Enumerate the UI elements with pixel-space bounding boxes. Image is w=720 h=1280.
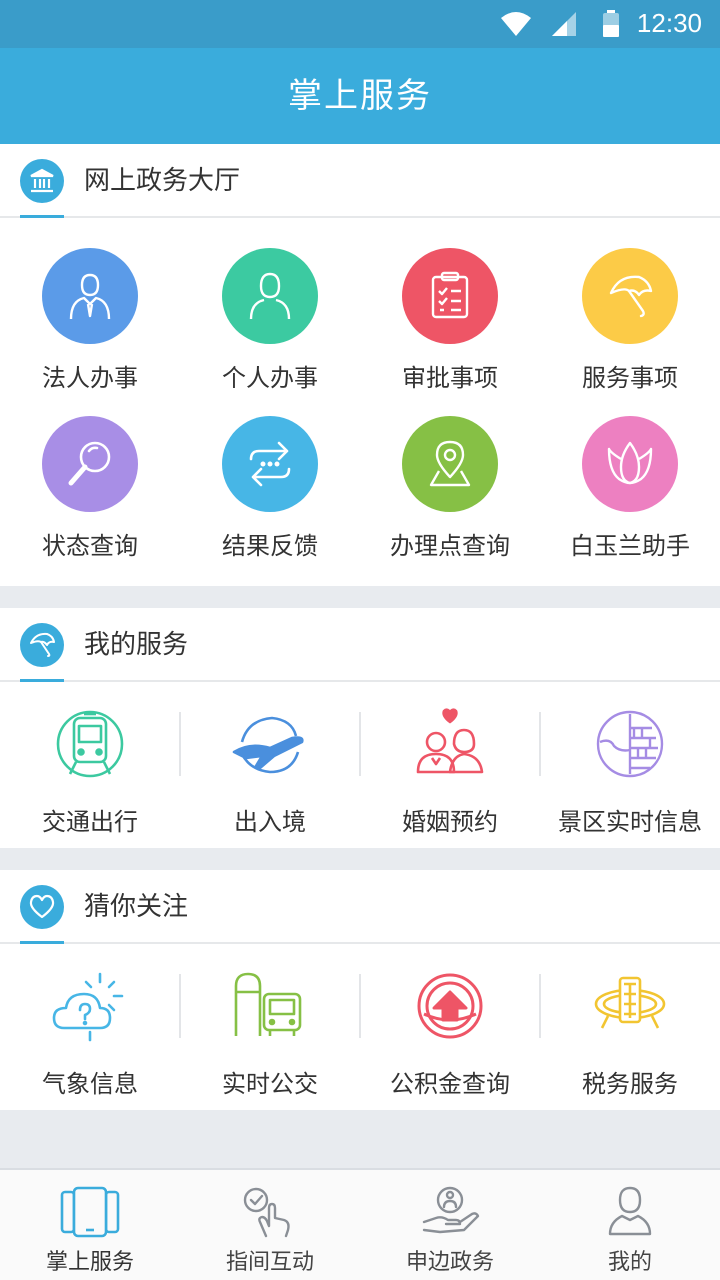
magnifier-icon <box>42 416 138 512</box>
umbrella-icon <box>20 623 64 667</box>
page-title: 掌上服务 <box>0 48 720 144</box>
recommend-label: 税务服务 <box>582 1070 678 1098</box>
hall-item-magnolia-assistant[interactable]: 白玉兰助手 <box>540 416 720 561</box>
bus-stop-icon <box>222 970 318 1050</box>
service-label: 出入境 <box>234 808 306 836</box>
pagoda-scenic-icon <box>582 708 678 788</box>
government-building-icon <box>20 159 64 203</box>
metro-train-icon <box>42 708 138 788</box>
section-title: 我的服务 <box>84 630 189 660</box>
hall-item-label: 个人办事 <box>222 364 318 392</box>
service-label: 交通出行 <box>42 808 138 836</box>
tab-label: 掌上服务 <box>45 1250 134 1275</box>
recommend-section: 猜你关注 气象信息 实时公交 公积金查询 税务服务 <box>0 870 720 1110</box>
hand-service-icon <box>422 1186 480 1234</box>
person-icon <box>222 248 318 344</box>
hall-item-legal-person[interactable]: 法人办事 <box>0 248 180 393</box>
recommend-housing-fund[interactable]: 公积金查询 <box>360 970 540 1099</box>
heart-icon <box>20 885 64 929</box>
couple-heart-icon <box>402 708 498 788</box>
map-pin-icon <box>402 416 498 512</box>
clipboard-checklist-icon <box>402 248 498 344</box>
hall-item-personal[interactable]: 个人办事 <box>180 248 360 393</box>
tax-emblem-icon <box>582 970 678 1050</box>
hall-item-label: 法人办事 <box>42 364 138 392</box>
section-header: 网上政务大厅 <box>0 144 720 218</box>
hall-item-label: 状态查询 <box>42 532 138 560</box>
tab-mine[interactable]: 我的 <box>540 1170 720 1280</box>
hall-item-office-location[interactable]: 办理点查询 <box>360 416 540 561</box>
hall-item-approval[interactable]: 审批事项 <box>360 248 540 393</box>
recommend-label: 实时公交 <box>222 1070 318 1098</box>
signal-icon <box>552 12 576 36</box>
hall-item-label: 白玉兰助手 <box>570 532 690 560</box>
exchange-arrows-icon <box>222 416 318 512</box>
tab-palm-service[interactable]: 掌上服务 <box>0 1170 180 1280</box>
wifi-icon <box>501 12 531 36</box>
weather-cloud-icon <box>42 970 138 1050</box>
tab-finger-interaction[interactable]: 指间互动 <box>180 1170 360 1280</box>
tab-label: 申边政务 <box>405 1250 494 1275</box>
service-transport[interactable]: 交通出行 <box>0 708 180 837</box>
section-underline <box>20 941 64 944</box>
tab-nearby-government[interactable]: 申边政务 <box>360 1170 540 1280</box>
service-label: 婚姻预约 <box>402 808 498 836</box>
clock-time: 12:30 <box>636 8 702 38</box>
section-header: 我的服务 <box>0 608 720 682</box>
hall-item-status-query[interactable]: 状态查询 <box>0 416 180 561</box>
hall-item-result-feedback[interactable]: 结果反馈 <box>180 416 360 561</box>
service-exit-entry[interactable]: 出入境 <box>180 708 360 837</box>
section-header: 猜你关注 <box>0 870 720 944</box>
section-underline <box>20 215 64 218</box>
hall-item-label: 结果反馈 <box>222 532 318 560</box>
recommend-realtime-bus[interactable]: 实时公交 <box>180 970 360 1099</box>
tab-label: 我的 <box>607 1250 652 1275</box>
finger-tap-icon <box>243 1187 290 1238</box>
magnolia-flower-icon <box>582 416 678 512</box>
section-title: 网上政务大厅 <box>84 166 241 196</box>
section-title: 猜你关注 <box>84 892 189 922</box>
housing-fund-icon <box>402 970 498 1050</box>
bottom-tab-bar: 掌上服务 指间互动 申边政务 我的 <box>0 1168 720 1280</box>
online-hall-section: 网上政务大厅 法人办事 个人办事 审批事项 服务事项 状态查询 结果反馈 办理点… <box>0 144 720 586</box>
battery-icon <box>603 10 619 37</box>
airplane-globe-icon <box>222 708 318 788</box>
user-profile-icon <box>608 1186 652 1236</box>
status-bar: 12:30 <box>0 0 720 48</box>
recommend-tax-service[interactable]: 税务服务 <box>540 970 720 1099</box>
tab-label: 指间互动 <box>225 1250 314 1275</box>
section-underline <box>20 679 64 682</box>
recommend-weather[interactable]: 气象信息 <box>0 970 180 1099</box>
phone-tablet-icon <box>60 1186 120 1238</box>
service-scenic-info[interactable]: 景区实时信息 <box>540 708 720 837</box>
recommend-label: 公积金查询 <box>390 1070 510 1098</box>
hall-item-label: 审批事项 <box>402 364 498 392</box>
service-label: 景区实时信息 <box>558 808 702 836</box>
my-services-section: 我的服务 交通出行 出入境 婚姻预约 景区实时信息 <box>0 608 720 848</box>
recommend-label: 气象信息 <box>42 1070 138 1098</box>
hall-item-label: 服务事项 <box>582 364 678 392</box>
service-marriage-booking[interactable]: 婚姻预约 <box>360 708 540 837</box>
umbrella-icon <box>582 248 678 344</box>
hall-item-label: 办理点查询 <box>390 532 510 560</box>
businessman-icon <box>42 248 138 344</box>
hall-item-service-matters[interactable]: 服务事项 <box>540 248 720 393</box>
